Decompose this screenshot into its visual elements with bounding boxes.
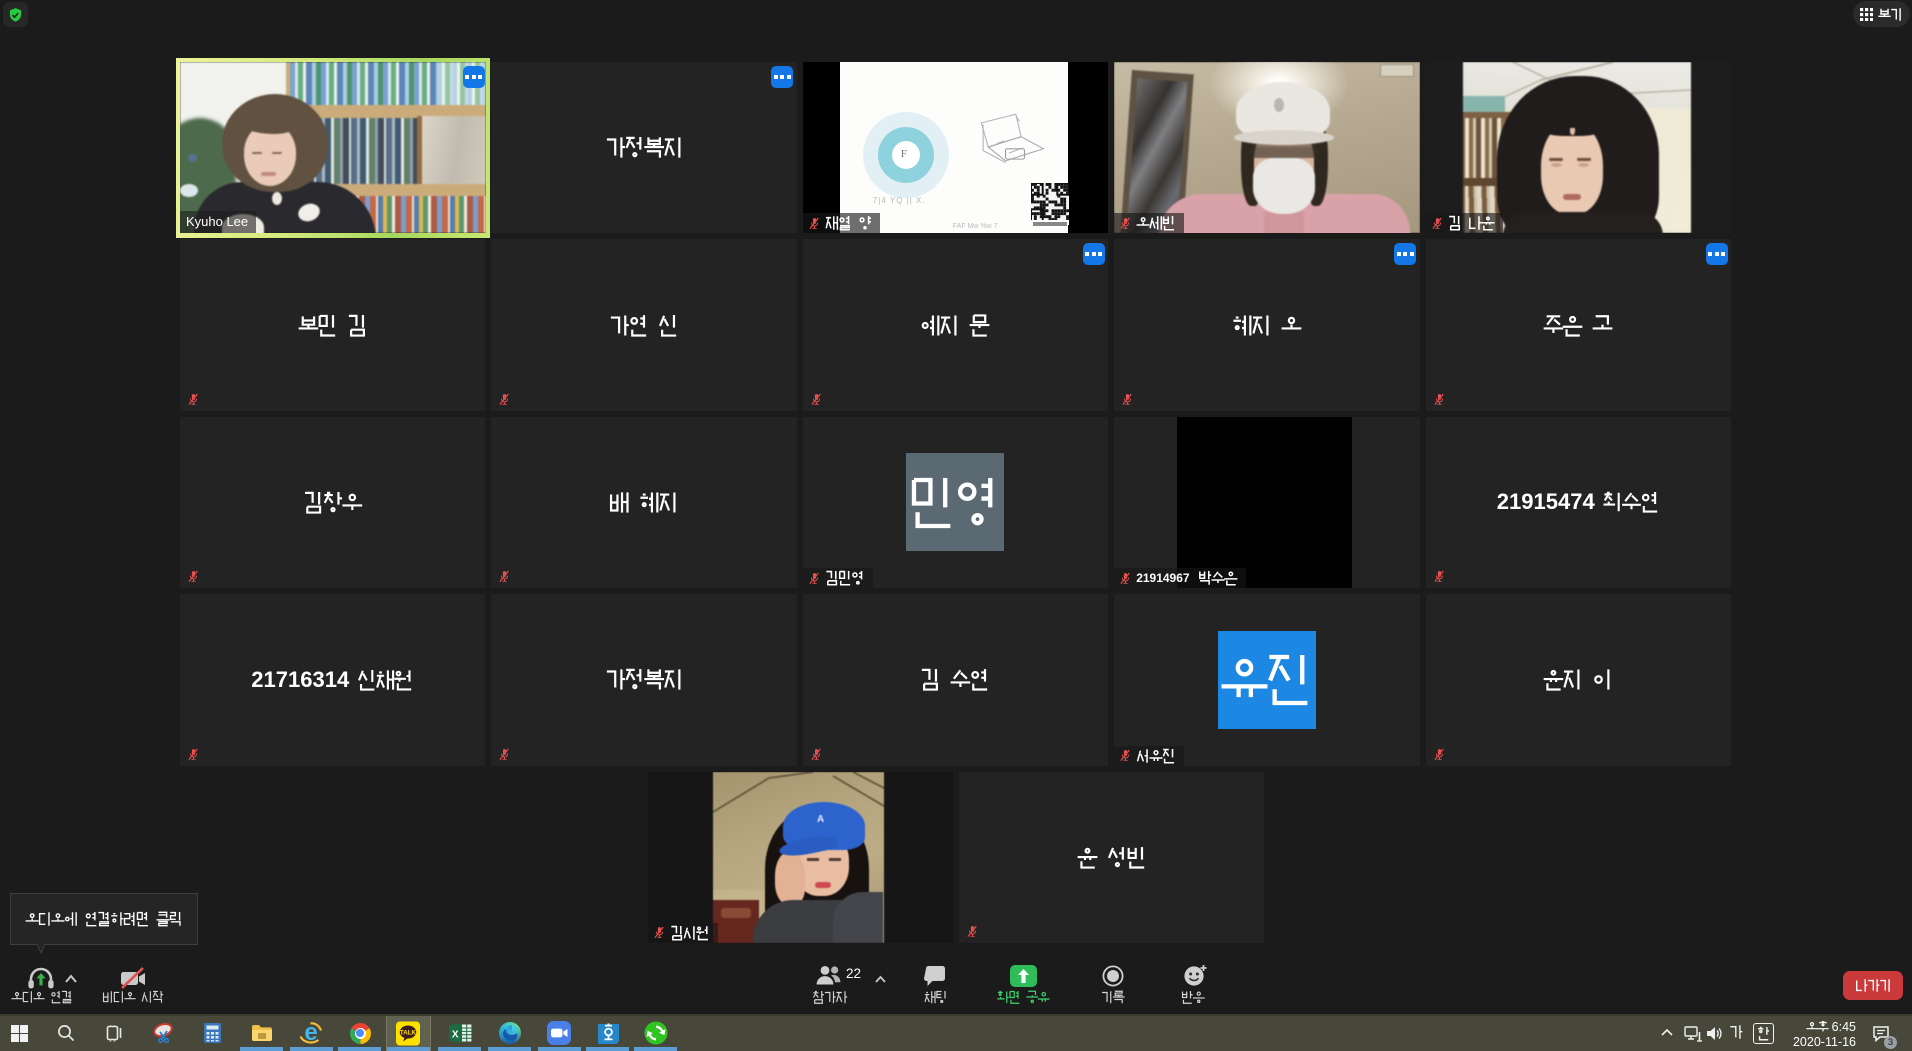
svg-text:TALK: TALK: [400, 1029, 417, 1036]
svg-text:X: X: [451, 1030, 458, 1041]
